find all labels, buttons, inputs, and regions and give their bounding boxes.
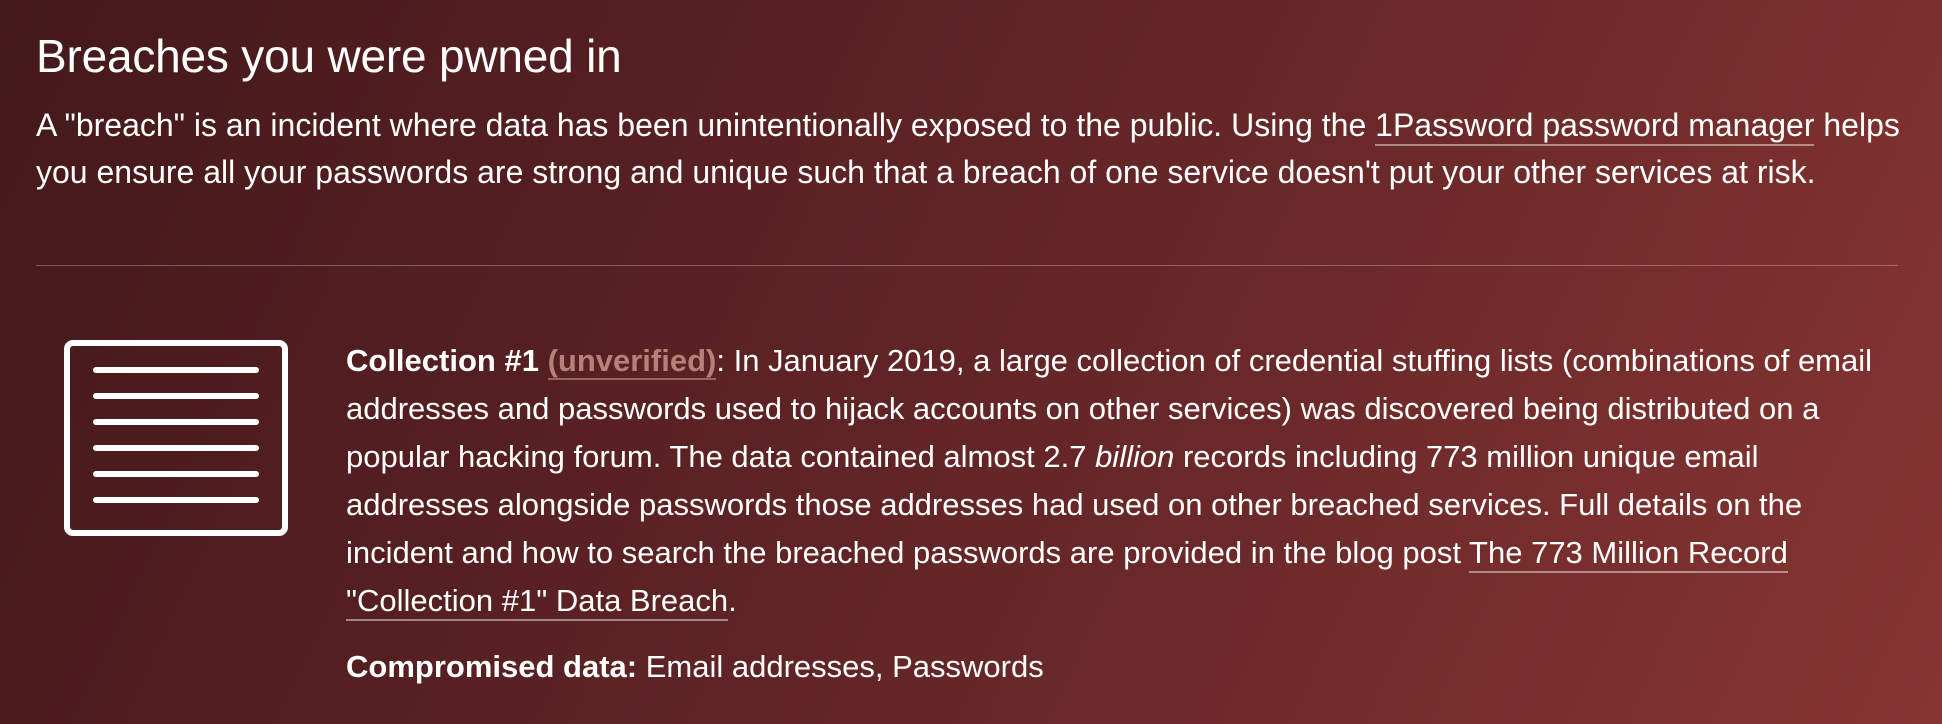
compromised-data-label: Compromised data: [346,649,638,684]
page-title: Breaches you were pwned in [36,30,622,82]
unverified-link[interactable]: (unverified) [547,343,717,380]
intro-paragraph: A "breach" is an incident where data has… [36,102,1906,196]
breach-title: Collection #1 [346,343,539,378]
breaches-section: Breaches you were pwned in A "breach" is… [36,28,1900,196]
breach-entry: Collection #1 (unverified): In January 2… [346,337,1876,691]
section-divider [36,265,1898,266]
document-lines-icon [64,340,288,536]
intro-text-before: A "breach" is an incident where data has… [36,107,1376,143]
breach-desc-emphasis: billion [1095,439,1175,474]
breach-description: Collection #1 (unverified): In January 2… [346,337,1876,625]
breach-desc-end: . [728,583,737,618]
compromised-data-value: Email addresses, Passwords [637,649,1044,684]
compromised-data: Compromised data: Email addresses, Passw… [346,643,1876,691]
password-manager-link[interactable]: 1Password password manager [1375,107,1815,146]
